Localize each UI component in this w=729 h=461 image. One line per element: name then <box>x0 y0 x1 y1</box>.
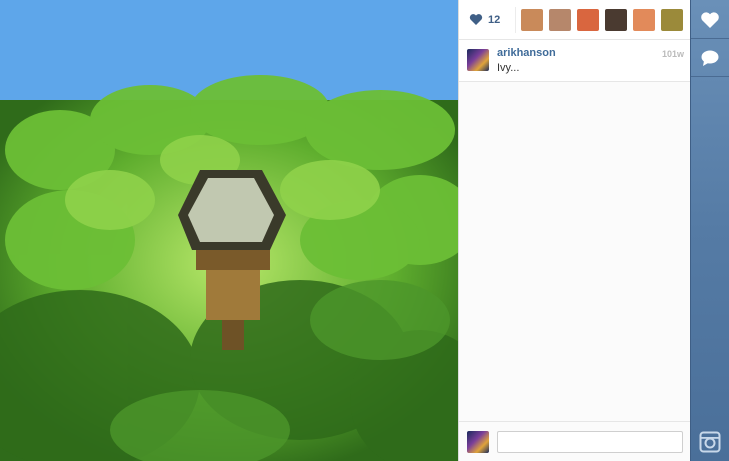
like-count[interactable]: 12 <box>469 13 515 26</box>
liker-avatar[interactable] <box>577 8 599 31</box>
comment-input[interactable] <box>497 431 683 453</box>
likes-bar: 12 <box>459 0 690 40</box>
liker-avatar[interactable] <box>661 8 683 31</box>
heart-icon <box>701 12 719 28</box>
liker-avatar[interactable] <box>549 8 571 31</box>
author-avatar[interactable] <box>467 49 489 71</box>
comment-button[interactable] <box>695 43 725 73</box>
action-rail <box>690 0 729 461</box>
post-timestamp: 101w <box>661 49 684 59</box>
current-user-avatar <box>467 431 489 453</box>
liker-avatar[interactable] <box>633 8 655 31</box>
camera-icon <box>699 431 721 453</box>
rail-divider <box>691 38 729 39</box>
like-button[interactable] <box>695 5 725 35</box>
liker-avatar[interactable] <box>521 8 543 31</box>
caption-text: Ivy... <box>497 62 520 74</box>
author-username[interactable]: arikhanson <box>497 47 556 59</box>
liker-avatar[interactable] <box>605 8 627 31</box>
liker-avatars <box>515 6 683 33</box>
post-photo[interactable] <box>0 0 458 461</box>
heart-icon <box>469 14 483 25</box>
comment-bubble-icon <box>701 50 719 66</box>
ivy-lamp-photo <box>0 0 458 461</box>
rail-divider <box>691 76 729 77</box>
like-count-value: 12 <box>488 13 501 26</box>
comment-bar <box>459 421 690 461</box>
instagram-camera-button[interactable] <box>695 427 725 457</box>
post-side-panel: 12 arikhanson 101w Ivy... <box>458 0 690 461</box>
caption-row: arikhanson 101w Ivy... <box>459 40 690 82</box>
